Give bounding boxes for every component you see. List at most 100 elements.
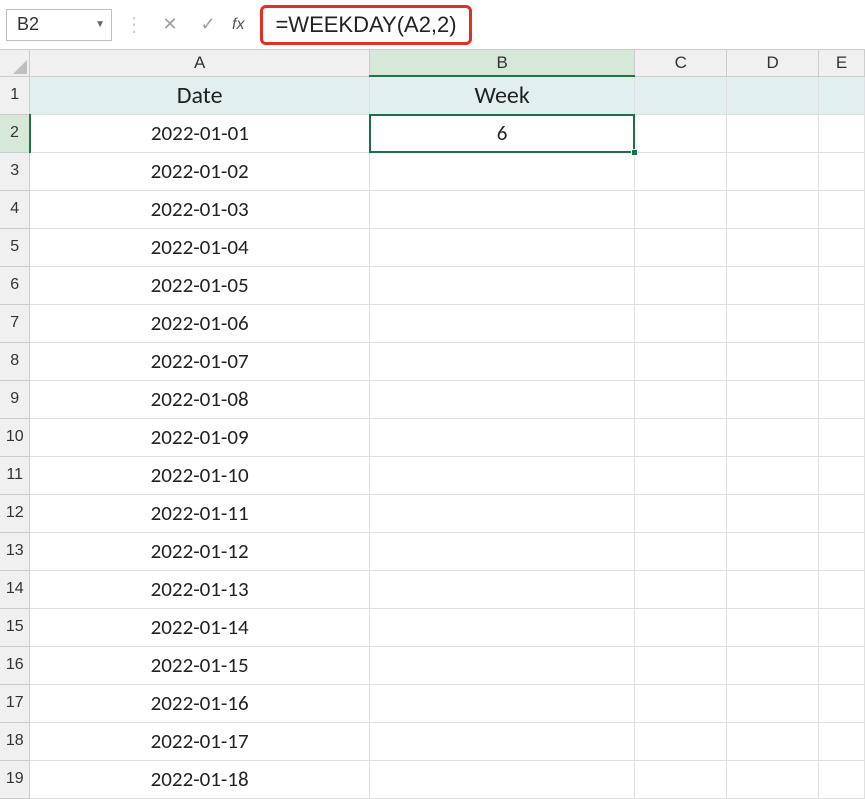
cell-E6[interactable] xyxy=(819,266,865,304)
row-header-6[interactable]: 6 xyxy=(0,266,30,304)
cell-A5[interactable]: 2022-01-04 xyxy=(30,228,369,266)
cell-D8[interactable] xyxy=(727,342,819,380)
row-header-12[interactable]: 12 xyxy=(0,494,30,532)
fx-icon[interactable]: fx xyxy=(232,16,250,34)
cell-A14[interactable]: 2022-01-13 xyxy=(30,570,369,608)
row-header-17[interactable]: 17 xyxy=(0,684,30,722)
cell-B4[interactable] xyxy=(369,190,635,228)
cell-E1[interactable] xyxy=(819,76,865,114)
cell-B1[interactable]: Week xyxy=(369,76,635,114)
row-header-15[interactable]: 15 xyxy=(0,608,30,646)
cell-E14[interactable] xyxy=(819,570,865,608)
cell-C16[interactable] xyxy=(635,646,727,684)
row-header-4[interactable]: 4 xyxy=(0,190,30,228)
cell-E3[interactable] xyxy=(819,152,865,190)
row-header-1[interactable]: 1 xyxy=(0,76,30,114)
cell-C19[interactable] xyxy=(635,760,727,798)
cell-C4[interactable] xyxy=(635,190,727,228)
cell-D7[interactable] xyxy=(727,304,819,342)
accept-formula-button[interactable]: ✓ xyxy=(194,11,222,39)
cell-D17[interactable] xyxy=(727,684,819,722)
row-header-10[interactable]: 10 xyxy=(0,418,30,456)
cell-A6[interactable]: 2022-01-05 xyxy=(30,266,369,304)
cell-B12[interactable] xyxy=(369,494,635,532)
cell-C11[interactable] xyxy=(635,456,727,494)
cell-E4[interactable] xyxy=(819,190,865,228)
row-header-3[interactable]: 3 xyxy=(0,152,30,190)
cell-B19[interactable] xyxy=(369,760,635,798)
chevron-down-icon[interactable]: ▼ xyxy=(95,19,105,30)
cell-E9[interactable] xyxy=(819,380,865,418)
spreadsheet-grid[interactable]: ABCDE 1DateWeek22022-01-01632022-01-0242… xyxy=(0,50,865,799)
column-header-A[interactable]: A xyxy=(30,50,369,76)
cell-A17[interactable]: 2022-01-16 xyxy=(30,684,369,722)
cell-B16[interactable] xyxy=(369,646,635,684)
cell-D15[interactable] xyxy=(727,608,819,646)
cell-D5[interactable] xyxy=(727,228,819,266)
row-header-16[interactable]: 16 xyxy=(0,646,30,684)
cell-B8[interactable] xyxy=(369,342,635,380)
cell-B11[interactable] xyxy=(369,456,635,494)
cell-D1[interactable] xyxy=(727,76,819,114)
cell-A15[interactable]: 2022-01-14 xyxy=(30,608,369,646)
row-header-8[interactable]: 8 xyxy=(0,342,30,380)
column-header-C[interactable]: C xyxy=(635,50,727,76)
cell-D16[interactable] xyxy=(727,646,819,684)
row-header-13[interactable]: 13 xyxy=(0,532,30,570)
cell-C18[interactable] xyxy=(635,722,727,760)
cell-D13[interactable] xyxy=(727,532,819,570)
cancel-formula-button[interactable]: ✕ xyxy=(156,11,184,39)
cell-E13[interactable] xyxy=(819,532,865,570)
cell-C1[interactable] xyxy=(635,76,727,114)
column-header-D[interactable]: D xyxy=(727,50,819,76)
cell-A1[interactable]: Date xyxy=(30,76,369,114)
cell-D10[interactable] xyxy=(727,418,819,456)
cell-B10[interactable] xyxy=(369,418,635,456)
cell-E15[interactable] xyxy=(819,608,865,646)
name-box[interactable]: B2 ▼ xyxy=(6,9,112,41)
cell-E8[interactable] xyxy=(819,342,865,380)
cell-C12[interactable] xyxy=(635,494,727,532)
cell-D9[interactable] xyxy=(727,380,819,418)
cell-A19[interactable]: 2022-01-18 xyxy=(30,760,369,798)
cell-C10[interactable] xyxy=(635,418,727,456)
cell-C6[interactable] xyxy=(635,266,727,304)
cell-B15[interactable] xyxy=(369,608,635,646)
cell-A10[interactable]: 2022-01-09 xyxy=(30,418,369,456)
select-all-button[interactable] xyxy=(0,50,30,76)
row-header-9[interactable]: 9 xyxy=(0,380,30,418)
cell-A18[interactable]: 2022-01-17 xyxy=(30,722,369,760)
cell-E16[interactable] xyxy=(819,646,865,684)
cell-E18[interactable] xyxy=(819,722,865,760)
cell-C2[interactable] xyxy=(635,114,727,152)
cell-B18[interactable] xyxy=(369,722,635,760)
cell-A9[interactable]: 2022-01-08 xyxy=(30,380,369,418)
cell-D18[interactable] xyxy=(727,722,819,760)
cell-A16[interactable]: 2022-01-15 xyxy=(30,646,369,684)
cell-C7[interactable] xyxy=(635,304,727,342)
cell-A8[interactable]: 2022-01-07 xyxy=(30,342,369,380)
cell-B2[interactable]: 6 xyxy=(369,114,635,152)
cell-D11[interactable] xyxy=(727,456,819,494)
cell-C9[interactable] xyxy=(635,380,727,418)
cell-E19[interactable] xyxy=(819,760,865,798)
formula-input[interactable]: =WEEKDAY(A2,2) xyxy=(260,5,471,45)
cell-D14[interactable] xyxy=(727,570,819,608)
cell-A7[interactable]: 2022-01-06 xyxy=(30,304,369,342)
row-header-11[interactable]: 11 xyxy=(0,456,30,494)
row-header-7[interactable]: 7 xyxy=(0,304,30,342)
cell-E11[interactable] xyxy=(819,456,865,494)
cell-B6[interactable] xyxy=(369,266,635,304)
cell-C15[interactable] xyxy=(635,608,727,646)
cell-A4[interactable]: 2022-01-03 xyxy=(30,190,369,228)
cell-D19[interactable] xyxy=(727,760,819,798)
cell-C17[interactable] xyxy=(635,684,727,722)
row-header-18[interactable]: 18 xyxy=(0,722,30,760)
column-header-E[interactable]: E xyxy=(819,50,865,76)
cell-C13[interactable] xyxy=(635,532,727,570)
cell-A11[interactable]: 2022-01-10 xyxy=(30,456,369,494)
cell-D2[interactable] xyxy=(727,114,819,152)
cell-B5[interactable] xyxy=(369,228,635,266)
row-header-19[interactable]: 19 xyxy=(0,760,30,798)
cell-E5[interactable] xyxy=(819,228,865,266)
